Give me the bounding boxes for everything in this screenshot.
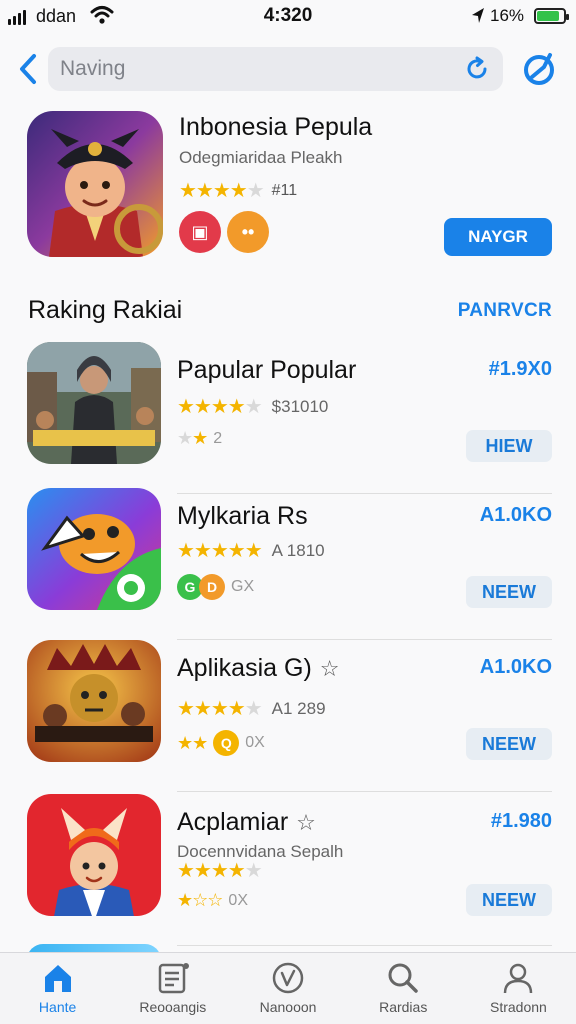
app-action-button[interactable]: NEEW (466, 884, 552, 916)
section-title: Raking Rakiai (28, 296, 183, 324)
tab-profile[interactable]: Stradonn (461, 953, 576, 1024)
featured-rating: ★★★★★ #11 (179, 178, 297, 203)
list-item[interactable]: Acplamiar ☆ #1.980 Docennvidana Sepalh ★… (0, 794, 576, 946)
search-bar[interactable] (48, 47, 503, 91)
featured-action-button[interactable]: NAYGR (444, 218, 552, 256)
star-rating: ★★★★★ (177, 698, 263, 720)
tab-bar: Hante Reooangis Nanooon Rardias Stradonn (0, 952, 576, 1024)
check-circle-icon (272, 962, 304, 994)
mini-star-icon: ★★ (177, 732, 208, 753)
app-rating: ★★★★★ A1 289 (177, 696, 326, 721)
app-meta: ★★ Q 0X (177, 730, 265, 756)
meta-text: 0X (245, 734, 265, 751)
app-price: A1.0KO (479, 504, 552, 526)
featured-app-icon[interactable] (27, 111, 163, 257)
tab-label: Rardias (379, 999, 428, 1015)
chat-badge-icon: •• (227, 211, 269, 253)
list-item[interactable]: Mylkaria Rs A1.0KO ★★★★★ A 1810 G D GX N… (0, 488, 576, 640)
section-see-all-link[interactable]: PANRVCR (458, 300, 552, 322)
app-rating: ★★★★★ A 1810 (177, 538, 325, 563)
app-action-button[interactable]: HIEW (466, 430, 552, 462)
tab-label: Reooangis (139, 999, 207, 1015)
badge-icon: Q (213, 730, 240, 756)
divider (177, 945, 552, 946)
compass-icon[interactable] (520, 49, 560, 89)
mini-star-icon: ★★ (177, 428, 208, 448)
mini-star-icon: ★☆☆ (177, 890, 223, 910)
app-name: Aplikasia G) ☆ (177, 654, 340, 682)
battery-icon (534, 8, 569, 24)
rating-count: A 1810 (271, 540, 325, 560)
tab-search[interactable]: Rardias (346, 953, 461, 1024)
list-item[interactable]: Papular Popular #1.9X0 ★★★★★ $31010 ★★ 2… (0, 342, 576, 494)
app-meta: ★★ 2 (177, 428, 222, 449)
tab-label: Hante (38, 999, 77, 1015)
app-price: #1.980 (490, 810, 552, 832)
rating-count: A1 289 (271, 698, 326, 718)
app-icon-mylkaria[interactable] (27, 488, 161, 610)
app-name: Acplamiar ☆ (177, 808, 316, 836)
rating-count: #11 (271, 181, 298, 199)
star-rating: ★★★★★ (177, 540, 263, 562)
home-icon (44, 965, 71, 992)
tab-updates[interactable]: Nanooon (230, 953, 345, 1024)
status-bar: ddan 4:320 16% (0, 0, 576, 34)
tab-label: Stradonn (490, 999, 547, 1015)
divider (177, 791, 552, 792)
search-icon (388, 963, 418, 993)
favorite-star-icon[interactable]: ☆ (320, 656, 340, 682)
meta-text: GX (231, 578, 255, 595)
battery-percent: 16% (490, 6, 525, 25)
app-icon-popular[interactable] (27, 342, 161, 464)
star-rating: ★★★★★ (177, 396, 263, 418)
rating-count: $31010 (271, 396, 329, 416)
tab-home[interactable]: Hante (0, 953, 115, 1024)
location-icon (472, 8, 484, 23)
app-name: Papular Popular (177, 356, 357, 384)
list-icon (158, 963, 189, 994)
app-icon-aplikasia[interactable] (27, 640, 161, 762)
list-item[interactable]: Aplikasia G) ☆ A1.0KO ★★★★★ A1 289 ★★ Q … (0, 640, 576, 792)
tab-rankings[interactable]: Reooangis (115, 953, 230, 1024)
featured-app-subtitle: Odegmiaridaa Pleakh (179, 148, 343, 167)
app-rating: ★★★★★ (177, 858, 263, 883)
featured-badges: ▣ •• (179, 211, 269, 253)
search-input[interactable] (60, 47, 450, 91)
orange-badge-icon: D (199, 574, 225, 600)
app-action-button[interactable]: NEEW (466, 576, 552, 608)
app-action-button[interactable]: NEEW (466, 728, 552, 760)
app-meta: G D GX (177, 574, 254, 600)
meta-text: 0X (228, 891, 248, 909)
meta-text: 2 (213, 429, 223, 447)
app-rating: ★★★★★ $31010 (177, 394, 328, 419)
app-price: #1.9X0 (488, 358, 552, 380)
refresh-icon[interactable] (463, 55, 491, 83)
app-meta: ★☆☆ 0X (177, 890, 248, 911)
featured-app-title[interactable]: Inbonesia Pepula (179, 113, 372, 142)
star-rating: ★★★★★ (179, 180, 265, 202)
star-rating: ★★★★★ (177, 860, 263, 882)
app-name: Mylkaria Rs (177, 502, 308, 530)
shop-badge-icon: ▣ (179, 211, 221, 253)
favorite-star-icon[interactable]: ☆ (296, 810, 316, 836)
back-button[interactable] (14, 50, 44, 88)
app-price: A1.0KO (479, 656, 552, 678)
tab-label: Nanooon (259, 999, 317, 1015)
app-icon-acplamiar[interactable] (27, 794, 161, 916)
person-icon (504, 963, 533, 994)
